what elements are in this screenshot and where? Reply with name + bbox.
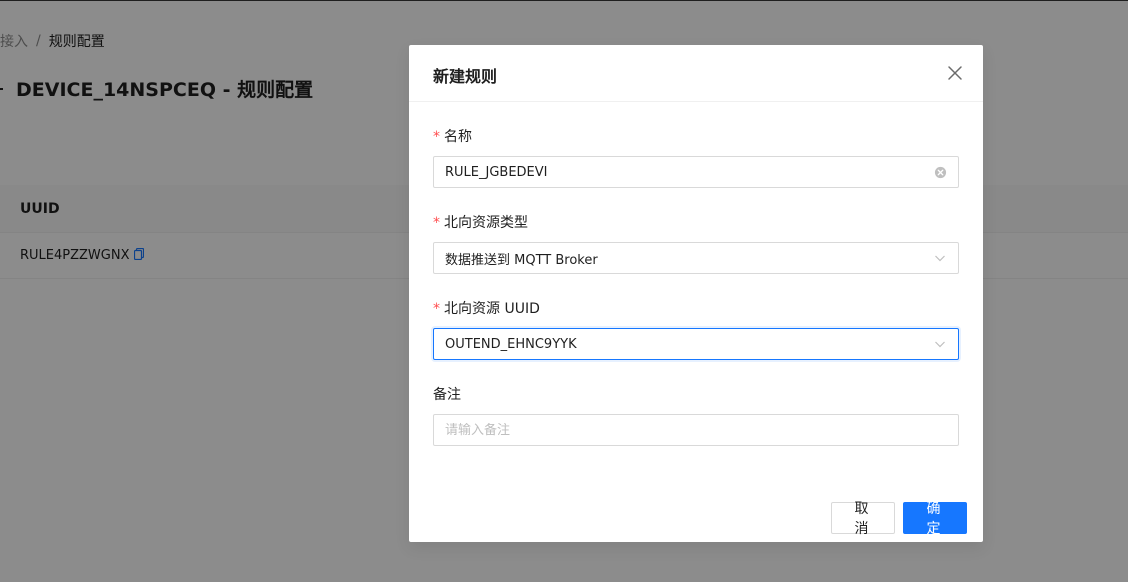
- modal-header: 新建规则: [409, 45, 983, 102]
- resource-uuid-select-value: OUTEND_EHNC9YYK: [445, 336, 577, 352]
- required-mark: *: [433, 215, 440, 231]
- form-item-resource-uuid: * 北向资源 UUID OUTEND_EHNC9YYK: [433, 298, 959, 360]
- modal-footer: 取消 确定: [831, 501, 967, 537]
- form-item-name: * 名称 RULE_JGBEDEVI: [433, 126, 959, 188]
- clear-circle-icon[interactable]: [933, 165, 947, 179]
- resource-type-select[interactable]: 数据推送到 MQTT Broker: [433, 242, 959, 274]
- close-icon[interactable]: [945, 63, 965, 83]
- ok-button[interactable]: 确定: [903, 501, 967, 537]
- remark-label: 备注: [433, 387, 461, 403]
- modal-title: 新建规则: [433, 67, 498, 86]
- resource-type-label: * 北向资源类型: [433, 215, 528, 231]
- resource-uuid-select[interactable]: OUTEND_EHNC9YYK: [433, 328, 959, 360]
- cancel-button[interactable]: 取消: [831, 501, 895, 537]
- resource-type-select-value: 数据推送到 MQTT Broker: [445, 252, 598, 268]
- form-item-remark: 备注: [433, 384, 959, 446]
- remark-field[interactable]: [433, 414, 959, 446]
- chevron-down-icon[interactable]: [933, 251, 947, 265]
- chevron-down-icon[interactable]: [933, 337, 947, 351]
- form-item-resource-type: * 北向资源类型 数据推送到 MQTT Broker: [433, 212, 959, 274]
- resource-uuid-label: * 北向资源 UUID: [433, 301, 540, 317]
- required-mark: *: [433, 129, 440, 145]
- name-input[interactable]: RULE_JGBEDEVI: [433, 156, 959, 188]
- remark-input[interactable]: [445, 422, 947, 438]
- new-rule-modal: 新建规则 * 名称 RULE_JGBEDEVI * 北向资源类型 数据推送到 M…: [409, 45, 983, 542]
- required-mark: *: [433, 301, 440, 317]
- name-label: * 名称: [433, 129, 472, 145]
- name-input-value[interactable]: RULE_JGBEDEVI: [445, 165, 933, 180]
